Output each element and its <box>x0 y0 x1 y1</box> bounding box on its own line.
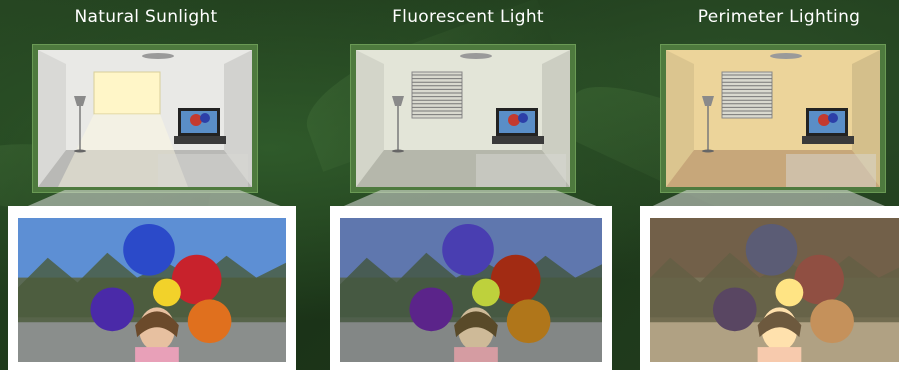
balloon-icon <box>123 223 175 276</box>
ceiling-light-icon <box>142 53 174 59</box>
window-icon <box>721 71 773 119</box>
room-scene <box>356 50 570 187</box>
photo-scene <box>340 218 602 362</box>
photo-perimeter <box>640 206 899 370</box>
photo-scene <box>18 218 286 362</box>
ceiling-light-icon <box>460 53 492 59</box>
balloon-icon <box>745 223 798 276</box>
room-illustration-perimeter <box>660 44 886 193</box>
room-scene <box>38 50 252 187</box>
room-illustration-natural <box>32 44 258 193</box>
balloon-icon <box>471 278 500 307</box>
tv-icon <box>178 108 220 136</box>
balloon-icon <box>90 287 135 332</box>
balloon-icon <box>152 278 181 307</box>
balloon-icon <box>775 278 804 307</box>
photo-natural <box>8 206 296 370</box>
tv-stand-icon <box>492 136 544 144</box>
ceiling-light-icon <box>770 53 802 59</box>
balloon-icon <box>712 287 757 332</box>
window-icon <box>93 71 161 115</box>
room-scene <box>666 50 880 187</box>
tv-stand-icon <box>802 136 854 144</box>
photo-scene <box>650 218 899 362</box>
balloon-icon <box>442 223 494 276</box>
photo-fluorescent <box>330 206 612 370</box>
panel-title-fluorescent: Fluorescent Light <box>392 7 544 27</box>
balloon-icon <box>810 299 854 344</box>
tv-icon <box>806 108 848 136</box>
panel-title-natural: Natural Sunlight <box>74 7 218 27</box>
panel-title-perimeter: Perimeter Lighting <box>697 7 861 27</box>
balloon-icon <box>409 287 454 332</box>
balloon-icon <box>506 299 551 344</box>
tv-icon <box>496 108 538 136</box>
tv-stand-icon <box>174 136 226 144</box>
balloon-icon <box>187 299 232 344</box>
room-illustration-fluorescent <box>350 44 576 193</box>
window-icon <box>411 71 463 119</box>
